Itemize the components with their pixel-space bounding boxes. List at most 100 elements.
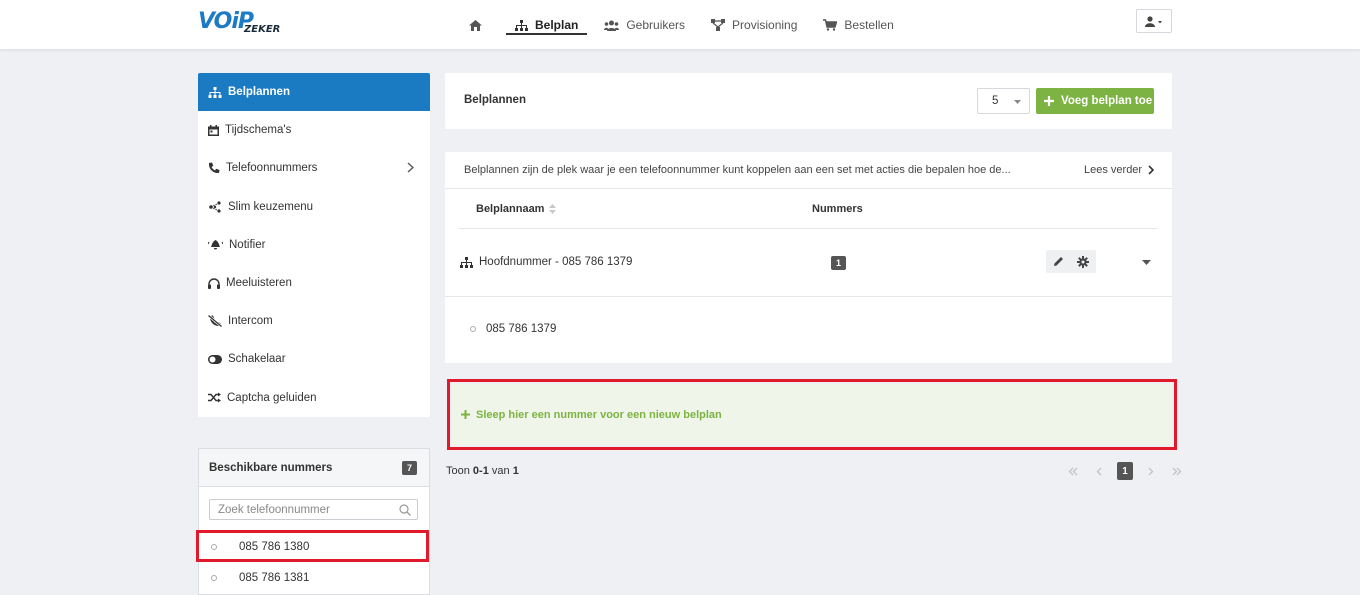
sidebar-item-label: Belplannen [228,86,290,99]
info-bar: Belplannen zijn de plek waar je een tele… [445,152,1172,189]
pagination-total: 1 [512,465,519,477]
sidebar-item-label: Telefoonnummers [226,162,318,175]
table-header: Belplannaam Nummers [458,189,1158,229]
shuffle-icon [208,392,221,403]
sidebar-item-label: Slim keuzemenu [228,200,314,213]
read-more-link[interactable]: Lees verder [1084,164,1155,176]
last-page-button[interactable] [1169,462,1185,480]
nav-provisioning[interactable]: Provisioning [702,0,806,50]
plan-name-label: Hoofdnummer - 085 786 1379 [479,256,633,268]
available-count-badge: 7 [401,461,417,475]
table-row[interactable]: Hoofdnummer - 085 786 1379 1 [445,229,1172,297]
available-numbers-panel: Beschikbare nummers 7 085 786 1380 085 7… [198,448,430,595]
nav-belplan[interactable]: Belplan [506,0,588,50]
phone-icon [208,162,220,174]
numbers-count-badge: 1 [831,256,847,270]
expand-caret-icon[interactable] [1142,260,1151,265]
plus-icon [461,410,470,419]
list-item[interactable]: 085 786 1379 [470,323,556,335]
user-menu-button[interactable] [1136,9,1172,33]
sitemap-icon [460,256,473,268]
column-header-name[interactable]: Belplannaam [476,203,557,215]
nodes-icon [209,201,221,213]
cart-icon [823,19,838,31]
sidebar-item-telefoonnummers[interactable]: Telefoonnummers [198,149,430,187]
bell-icon [208,240,223,250]
toggle-icon [208,354,222,364]
sidebar-menu: Belplannen Tijdschema's Telefoonnummers … [198,73,430,417]
sidebar-item-label: Schakelaar [228,353,286,366]
sidebar-item-intercom[interactable]: Intercom [198,302,430,340]
highlight-box-number [196,530,429,562]
gear-icon[interactable] [1077,255,1090,268]
pagination-summary: Toon 0-1 van 1 [446,465,519,477]
pagination-mid: van [491,465,510,477]
sidebar-item-schakelaar[interactable]: Schakelaar [198,340,430,378]
double-chevron-left-icon [1068,467,1078,475]
pagination-range: 0-1 [472,465,489,477]
first-page-button[interactable] [1065,462,1081,480]
logo-sub-text: ZEKER [244,24,281,35]
headphones-icon [208,277,220,289]
nav-gebruikers[interactable]: Gebruikers [595,0,694,50]
chevron-left-icon [1096,467,1102,475]
column-header-numbers: Nummers [812,203,863,215]
chevron-right-icon [407,162,414,173]
sidebar-item-label: Meeluisteren [226,277,292,290]
available-number-item[interactable]: 085 786 1381 [199,563,429,593]
pagination-prefix: Toon [446,465,470,477]
top-navbar: VOiP ZEKER Belplan Gebruikers Provisioni… [0,0,1360,50]
sidebar-item-belplannen[interactable]: Belplannen [198,73,430,112]
nav-bestellen-label: Bestellen [844,18,894,32]
drag-handle-dot [470,326,476,332]
page-title: Belplannen [464,94,526,106]
info-text: Belplannen zijn de plek waar je een tele… [464,164,1011,176]
nav-home[interactable] [460,0,498,50]
chevron-right-icon [1148,165,1155,175]
phone-slash-icon [208,315,222,328]
dropzone-inner: Sleep hier een nummer voor een nieuw bel… [452,384,1172,445]
chevron-right-icon [1148,467,1154,475]
sidebar-item-slim-keuzemenu[interactable]: Slim keuzemenu [198,188,430,226]
column-header-name-label: Belplannaam [476,203,545,215]
next-page-button[interactable] [1143,462,1159,480]
current-page[interactable]: 1 [1117,462,1133,480]
sidebar-item-captcha-geluiden[interactable]: Captcha geluiden [198,379,430,417]
page-size-select[interactable]: 5 [977,88,1030,114]
belplannen-list-card: Belplannen zijn de plek waar je een tele… [445,152,1172,363]
plan-name-cell: Hoofdnummer - 085 786 1379 [460,256,632,268]
edit-icon[interactable] [1053,256,1064,267]
prev-page-button[interactable] [1091,462,1107,480]
nav-provisioning-label: Provisioning [732,18,798,32]
nav-gebruikers-label: Gebruikers [626,18,686,32]
plan-number-label: 085 786 1379 [486,323,557,335]
nav-bestellen[interactable]: Bestellen [814,0,902,50]
belplannen-header-card: Belplannen 5 Voeg belplan toe [445,73,1172,129]
network-icon [711,19,726,31]
user-icon [1145,15,1162,27]
calendar-icon [208,124,219,136]
double-chevron-right-icon [1172,467,1182,475]
pagination: 1 [1060,462,1190,480]
sidebar-item-meeluisteren[interactable]: Meeluisteren [198,264,430,302]
sitemap-icon [208,86,222,98]
available-numbers-title: Beschikbare nummers [209,461,333,474]
home-icon [469,19,482,31]
main-nav: Belplan Gebruikers Provisioning Bestelle… [460,0,911,50]
search-icon [399,504,411,516]
plus-icon [1044,96,1054,106]
new-belplan-dropzone[interactable]: Sleep hier een nummer voor een nieuw bel… [447,379,1177,450]
add-belplan-button[interactable]: Voeg belplan toe [1036,88,1154,114]
sidebar-item-notifier[interactable]: Notifier [198,226,430,264]
sidebar-item-tijdschemas[interactable]: Tijdschema's [198,111,430,149]
search-field[interactable] [209,499,418,520]
row-actions [1046,250,1096,273]
caret-down-icon [1014,100,1021,104]
read-more-label: Lees verder [1084,164,1143,176]
dropzone-label: Sleep hier een nummer voor een nieuw bel… [476,408,722,421]
voipzeker-logo[interactable]: VOiP ZEKER [198,9,292,39]
sitemap-icon [515,19,528,31]
sidebar-item-label: Intercom [228,315,273,328]
search-input[interactable] [210,500,390,519]
sidebar-item-label: Notifier [229,238,266,251]
